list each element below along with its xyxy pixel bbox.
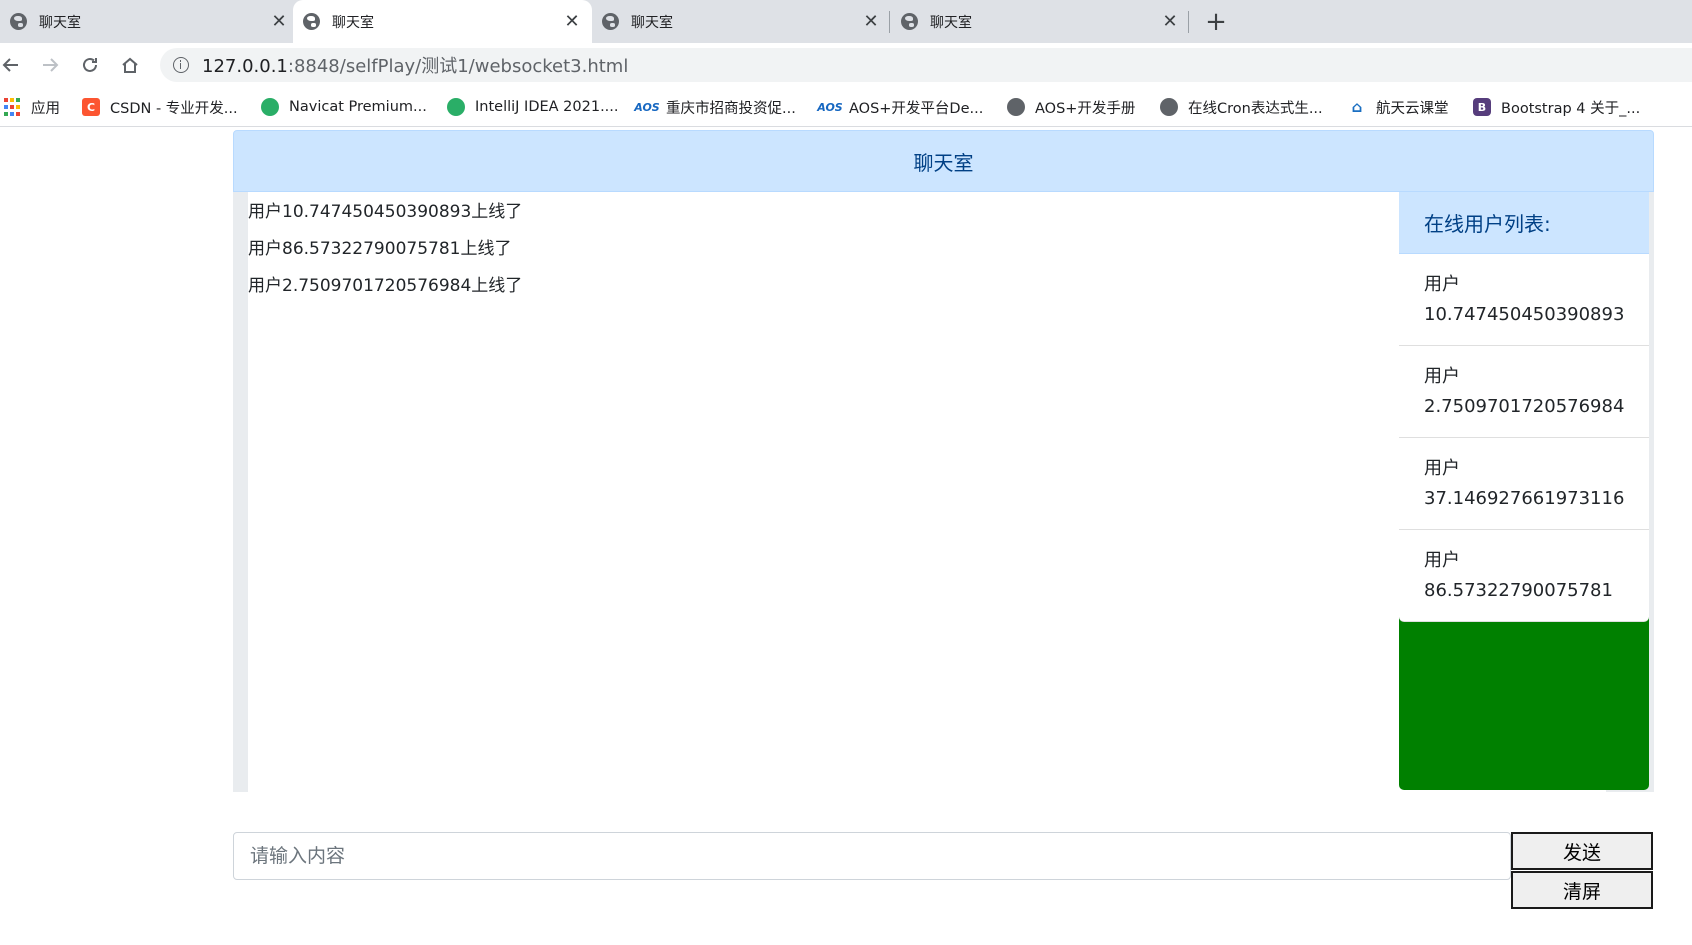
wechat-icon (261, 98, 279, 116)
bookmark-label: 应用 (31, 100, 60, 117)
bookmark-sky-classroom[interactable]: ⌂ 航天云课堂 (1348, 96, 1449, 118)
bookmark-cron[interactable]: 在线Cron表达式生... (1160, 96, 1323, 118)
online-users-panel: 在线用户列表: 用户 10.747450450390893 用户 2.75097… (1399, 192, 1649, 790)
clear-screen-button[interactable]: 清屏 (1511, 871, 1653, 909)
browser-toolbar: 127.0.0.1:8848/selfPlay/测试1/websocket3.h… (0, 43, 1692, 87)
tab-strip: 聊天室 ✕ 聊天室 ✕ 聊天室 ✕ 聊天室 ✕ + (0, 0, 1692, 43)
home-icon[interactable] (115, 50, 145, 80)
bookmark-label: 航天云课堂 (1376, 100, 1449, 117)
online-user-item[interactable]: 用户 86.57322790075781 (1399, 530, 1649, 622)
close-icon[interactable]: ✕ (1158, 10, 1182, 34)
reload-icon[interactable] (75, 50, 105, 80)
forward-arrow-icon[interactable] (35, 50, 65, 80)
globe-icon (1160, 98, 1178, 116)
tab-separator (889, 11, 890, 33)
tab-title: 聊天室 (631, 14, 673, 31)
url-text: 127.0.0.1:8848/selfPlay/测试1/websocket3.h… (202, 52, 628, 78)
bookmark-bootstrap[interactable]: B Bootstrap 4 关于_... (1473, 96, 1640, 118)
user-prefix: 用户 (1424, 366, 1460, 387)
info-icon[interactable] (173, 57, 189, 73)
address-bar[interactable]: 127.0.0.1:8848/selfPlay/测试1/websocket3.h… (160, 48, 1692, 82)
bookmark-apps[interactable]: 应用 (3, 96, 60, 118)
online-user-item[interactable]: 用户 2.7509701720576984 (1399, 346, 1649, 438)
globe-icon (1007, 98, 1025, 116)
bookmark-navicat[interactable]: Navicat Premium... (261, 96, 427, 118)
online-user-item[interactable]: 用户 10.747450450390893 (1399, 254, 1649, 346)
bookmarks-bar: 应用 C CSDN - 专业开发... Navicat Premium... I… (0, 87, 1692, 127)
user-id: 2.7509701720576984 (1424, 396, 1625, 417)
bootstrap-icon: B (1473, 98, 1491, 116)
browser-tab-active[interactable]: 聊天室 ✕ (293, 0, 592, 43)
url-path: :8848/selfPlay/测试1/websocket3.html (287, 56, 629, 77)
aos-icon: AOS (817, 100, 843, 114)
user-id: 10.747450450390893 (1424, 304, 1625, 325)
close-icon[interactable]: ✕ (560, 10, 584, 34)
bookmark-label: CSDN - 专业开发... (110, 100, 238, 117)
globe-icon (901, 13, 918, 30)
wechat-icon (447, 98, 465, 116)
close-icon[interactable]: ✕ (267, 10, 291, 34)
browser-tab[interactable]: 聊天室 ✕ (0, 0, 299, 43)
new-tab-plus-icon[interactable]: + (1200, 6, 1232, 38)
close-icon[interactable]: ✕ (859, 10, 883, 34)
aos-icon: AOS (634, 100, 660, 114)
user-prefix: 用户 (1424, 550, 1460, 571)
user-prefix: 用户 (1424, 458, 1460, 479)
bookmark-intellij[interactable]: IntelliJ IDEA 2021.... (447, 96, 619, 118)
bookmark-label: 在线Cron表达式生... (1188, 100, 1323, 117)
bookmark-label: AOS+开发平台De... (849, 100, 984, 117)
bookmark-label: AOS+开发手册 (1035, 100, 1136, 117)
globe-icon (602, 13, 619, 30)
bookmark-aos-platform[interactable]: AOS AOS+开发平台De... (817, 96, 984, 118)
user-id: 86.57322790075781 (1424, 580, 1613, 601)
bookmark-label: 重庆市招商投资促... (666, 100, 796, 117)
online-users-title: 在线用户列表: (1399, 192, 1649, 254)
tab-title: 聊天室 (39, 14, 81, 31)
message-input[interactable] (233, 832, 1511, 880)
tab-title: 聊天室 (332, 14, 374, 31)
tab-title: 聊天室 (930, 14, 972, 31)
browser-tab[interactable]: 聊天室 ✕ (592, 0, 891, 43)
bookmark-label: Navicat Premium... (289, 99, 427, 115)
user-id: 37.146927661973116 (1424, 488, 1625, 509)
url-host: 127.0.0.1 (202, 56, 288, 77)
apps-grid-icon (3, 98, 21, 116)
chat-room-header: 聊天室 (233, 130, 1654, 192)
tab-separator (1188, 11, 1189, 33)
bookmark-label: Bootstrap 4 关于_... (1501, 100, 1641, 117)
globe-icon (10, 13, 27, 30)
bookmark-label: IntelliJ IDEA 2021.... (475, 99, 619, 115)
bookmark-csdn[interactable]: C CSDN - 专业开发... (82, 96, 238, 118)
csdn-icon: C (82, 98, 100, 116)
user-prefix: 用户 (1424, 274, 1460, 295)
online-user-item[interactable]: 用户 37.146927661973116 (1399, 438, 1649, 530)
sky-icon: ⌂ (1351, 98, 1363, 116)
send-button[interactable]: 发送 (1511, 832, 1653, 870)
globe-icon (303, 13, 320, 30)
bookmark-aos-manual[interactable]: AOS+开发手册 (1007, 96, 1135, 118)
bookmark-chongqing[interactable]: AOS 重庆市招商投资促... (634, 96, 796, 118)
browser-tab[interactable]: 聊天室 ✕ (891, 0, 1190, 43)
back-arrow-icon[interactable] (0, 50, 26, 80)
